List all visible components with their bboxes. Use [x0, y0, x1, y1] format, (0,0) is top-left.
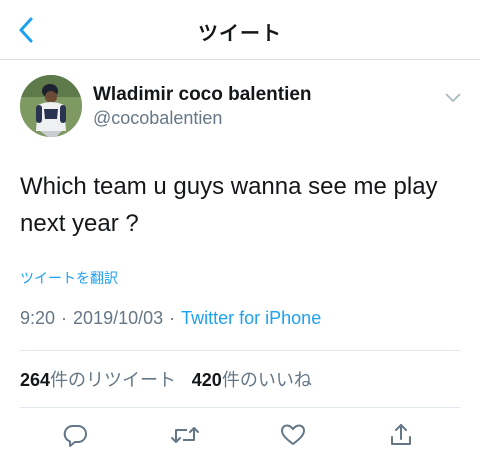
retweets-label: 件のリツイート [50, 370, 177, 391]
like-button[interactable] [276, 418, 310, 452]
like-icon [281, 424, 305, 445]
tweet-text-line: Which team u guys wanna see me play [20, 173, 438, 200]
reply-icon [63, 425, 87, 447]
tweet-date: 2019/10/03 [73, 308, 164, 328]
meta-separator: · [169, 308, 176, 328]
likes-stat[interactable]: 420件のいいね [192, 370, 312, 391]
meta-separator: · [61, 308, 68, 328]
retweets-stat[interactable]: 264件のリツイート [20, 370, 176, 391]
tweet-time: 9:20 [20, 308, 56, 328]
author-display-name[interactable]: Wladimir coco balentien [93, 84, 312, 106]
retweet-icon [171, 427, 199, 443]
tweet-options-button[interactable] [440, 88, 466, 108]
reply-button[interactable] [58, 418, 92, 452]
player-photo [20, 75, 82, 137]
tweet-text: Which team u guys wanna see me play next… [20, 168, 460, 242]
page-title: ツイート [198, 21, 282, 45]
tweet-stats: 264件のリツイート 420件のいいね [20, 366, 322, 392]
avatar[interactable] [20, 75, 82, 137]
divider [20, 350, 460, 351]
share-icon [391, 424, 411, 445]
tweet-meta: 9:20 · 2019/10/03 · Twitter for iPhone [20, 308, 321, 329]
divider [20, 407, 460, 408]
likes-count: 420 [191, 370, 222, 390]
tweet-actions [0, 412, 480, 458]
nav-bar: ツイート [0, 0, 480, 60]
translate-tweet-link[interactable]: ツイートを翻訳 [20, 268, 118, 288]
tweet-client-link[interactable]: Twitter for iPhone [181, 308, 321, 328]
likes-label: 件のいいね [221, 370, 312, 391]
retweet-button[interactable] [168, 418, 202, 452]
retweets-count: 264 [20, 370, 51, 390]
chevron-down-icon [445, 93, 461, 102]
tweet-text-line: next year ? [20, 210, 139, 237]
share-button[interactable] [384, 418, 418, 452]
author-username[interactable]: @cocobalentien [93, 108, 222, 129]
